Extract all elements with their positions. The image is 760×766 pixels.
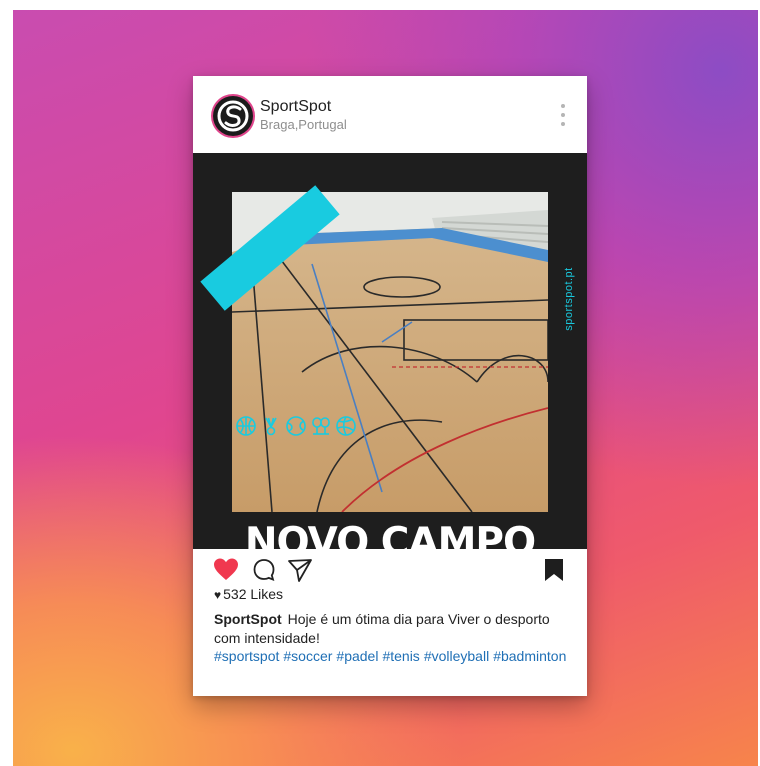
post-image[interactable]: sportspot.pt NOVO CAMPO NOVO CAMPO bbox=[193, 153, 587, 549]
badminton-icon bbox=[265, 417, 277, 436]
more-options-icon[interactable] bbox=[558, 104, 568, 130]
instagram-post-card: SportSpot Braga,Portugal sportspot.pt NO… bbox=[193, 76, 587, 696]
likes-text: 532 Likes bbox=[223, 586, 284, 602]
headline: NOVO CAMPO bbox=[244, 520, 536, 550]
avatar[interactable] bbox=[213, 96, 253, 136]
sport-icons-row bbox=[235, 415, 357, 437]
small-heart-icon: ♥ bbox=[214, 588, 222, 602]
action-bar bbox=[193, 549, 587, 589]
caption-author[interactable]: SportSpot bbox=[214, 611, 282, 627]
hashtag[interactable]: #soccer bbox=[283, 648, 332, 664]
likes-count[interactable]: ♥ 532 Likes bbox=[214, 586, 283, 602]
sportspot-logo-icon bbox=[217, 100, 249, 132]
basketball-icon bbox=[236, 416, 256, 436]
tennis-ball-icon bbox=[286, 416, 306, 436]
username[interactable]: SportSpot bbox=[260, 98, 331, 116]
hashtag[interactable]: #tenis bbox=[382, 648, 419, 664]
padel-icon bbox=[312, 417, 330, 435]
hashtag[interactable]: #sportspot bbox=[214, 648, 279, 664]
hashtag[interactable]: #badminton bbox=[493, 648, 566, 664]
share-send-icon[interactable] bbox=[287, 557, 313, 583]
location[interactable]: Braga,Portugal bbox=[260, 117, 347, 132]
hashtag[interactable]: #padel bbox=[336, 648, 378, 664]
post-caption: SportSpot Hoje é um ótima dia para Viver … bbox=[214, 610, 574, 648]
like-heart-icon[interactable] bbox=[213, 557, 239, 583]
hashtags: #sportspot #soccer #padel #tenis #volleyball… bbox=[214, 648, 584, 664]
comment-icon[interactable] bbox=[251, 557, 277, 583]
hashtag[interactable]: #volleyball bbox=[424, 648, 489, 664]
bookmark-icon[interactable] bbox=[541, 557, 567, 583]
post-header: SportSpot Braga,Portugal bbox=[193, 76, 587, 153]
volleyball-icon bbox=[336, 416, 356, 436]
website-label: sportspot.pt bbox=[563, 267, 575, 331]
